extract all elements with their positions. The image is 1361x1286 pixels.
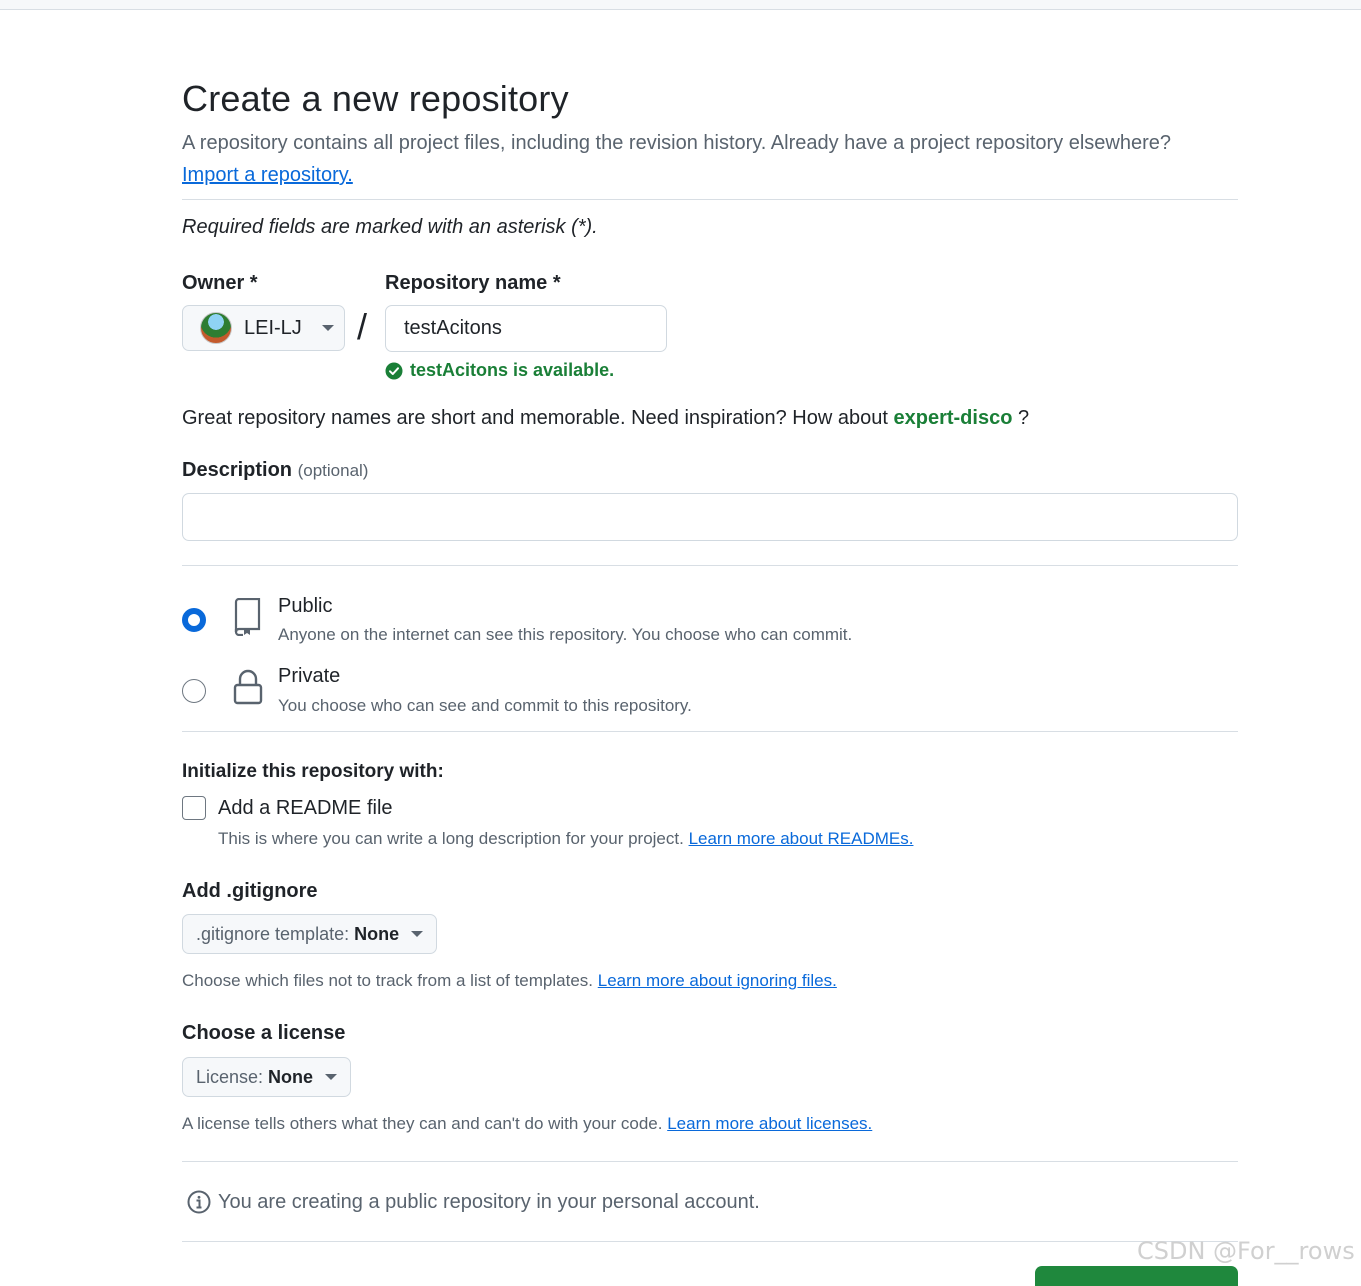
suggestion-text: Great repository names are short and mem… [182, 407, 888, 429]
gitignore-learn-more-link[interactable]: Learn more about ignoring files. [598, 971, 837, 990]
license-value: None [268, 1066, 314, 1087]
initialize-heading: Initialize this repository with: [182, 761, 444, 782]
gitignore-select-button[interactable]: .gitignore template: None [182, 914, 438, 954]
caret-down-icon [325, 1074, 338, 1080]
watermark: CSDN @For__rows [1137, 1237, 1355, 1265]
page-title: Create a new repository [182, 78, 569, 119]
gitignore-hint: Choose which files not to track from a l… [182, 971, 837, 991]
suggestion-suffix: ? [1012, 407, 1030, 429]
owner-label: Owner * [182, 272, 258, 294]
divider [182, 565, 1238, 566]
lock-icon [233, 669, 263, 705]
readme-learn-more-link[interactable]: Learn more about READMEs. [689, 829, 914, 848]
import-repository-link[interactable]: Import a repository. [182, 164, 353, 186]
availability-text: testAcitons is available. [410, 360, 615, 380]
divider [182, 199, 1238, 200]
repository-name-label: Repository name * [385, 272, 561, 294]
gitignore-key: .gitignore template: [196, 923, 350, 944]
public-title: Public [278, 595, 333, 617]
owner-select-button[interactable]: LEI-LJ [182, 305, 345, 351]
description-label-text: Description [182, 459, 293, 481]
avatar [200, 312, 232, 344]
license-hint-text: A license tells others what they can and… [182, 1114, 663, 1133]
repository-name-input[interactable] [385, 305, 667, 352]
readme-hint-text: This is where you can write a long descr… [218, 829, 684, 848]
repo-icon [234, 598, 261, 636]
license-hint: A license tells others what they can and… [182, 1114, 872, 1134]
readme-description: This is where you can write a long descr… [218, 829, 913, 849]
gitignore-value: None [354, 923, 400, 944]
optional-tag: (optional) [297, 461, 369, 480]
divider [182, 1241, 1238, 1242]
caret-down-icon [411, 931, 424, 937]
visibility-notice: You are creating a public repository in … [187, 1190, 760, 1214]
private-radio[interactable] [182, 679, 206, 703]
readme-checkbox[interactable] [182, 796, 206, 820]
gitignore-hint-text: Choose which files not to track from a l… [182, 971, 594, 990]
required-fields-note: Required fields are marked with an aster… [182, 216, 598, 238]
private-title: Private [278, 665, 341, 687]
license-learn-more-link[interactable]: Learn more about licenses. [667, 1114, 872, 1133]
private-description: You choose who can see and commit to thi… [278, 696, 692, 715]
create-repository-button[interactable] [1035, 1266, 1238, 1286]
public-radio[interactable] [182, 608, 206, 632]
top-bar-edge [0, 0, 1361, 10]
suggested-name-button[interactable]: expert-disco [893, 407, 1012, 429]
divider [182, 1161, 1238, 1162]
gitignore-heading: Add .gitignore [182, 880, 318, 902]
availability-message: testAcitons is available. [385, 360, 614, 381]
license-heading: Choose a license [182, 1022, 346, 1044]
license-select-button[interactable]: License: None [182, 1057, 352, 1097]
page-subtitle: A repository contains all project files,… [182, 127, 1242, 191]
owner-repo-separator: / [357, 306, 368, 347]
notice-text: You are creating a public repository in … [218, 1190, 760, 1213]
license-key: License: [196, 1066, 264, 1087]
owner-name: LEI-LJ [244, 316, 302, 339]
check-circle-icon [385, 362, 403, 379]
name-suggestion: Great repository names are short and mem… [182, 407, 1029, 430]
info-icon [187, 1190, 211, 1214]
subtitle-text: A repository contains all project files,… [182, 132, 1172, 154]
public-description: Anyone on the internet can see this repo… [278, 625, 853, 644]
description-label: Description (optional) [182, 459, 368, 482]
caret-down-icon [321, 325, 334, 331]
divider [182, 731, 1238, 732]
description-input[interactable] [182, 493, 1238, 541]
readme-label[interactable]: Add a README file [218, 797, 393, 820]
